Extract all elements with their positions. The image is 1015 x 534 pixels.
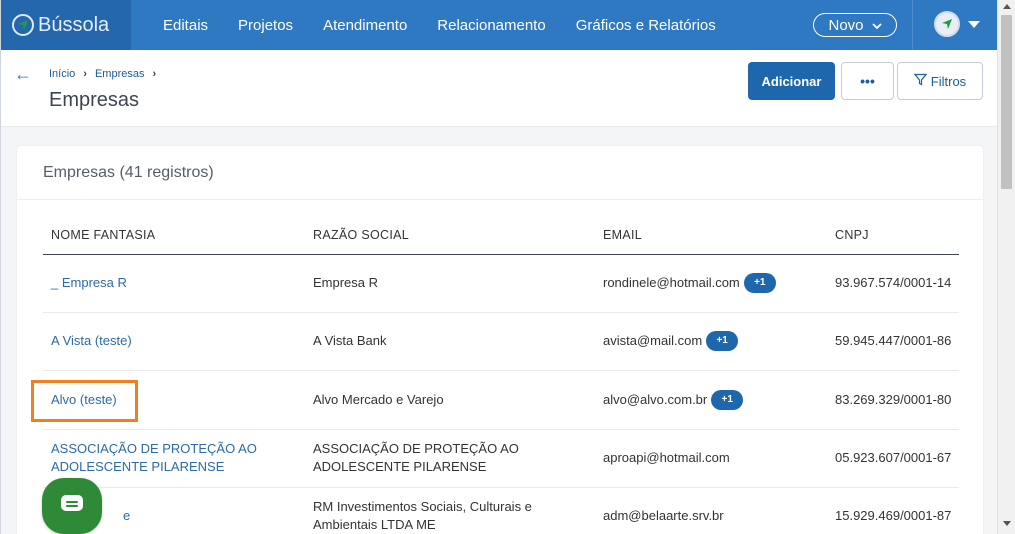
razao-social-cell: ASSOCIAÇÃO DE PROTEÇÃO AO ADOLESCENTE PI… <box>305 429 595 488</box>
email-cell: alvo@alvo.com.br <box>603 391 708 407</box>
column-header-cnpj[interactable]: CNPJ <box>827 216 959 255</box>
table-row[interactable]: A Vista (teste) A Vista Bank avista@mail… <box>43 312 959 371</box>
companies-card: Empresas (41 registros) NOME FANTASIA RA… <box>17 146 983 534</box>
razao-social-cell: A Vista Bank <box>305 312 595 371</box>
company-name-link[interactable]: _ Empresa R <box>51 275 127 290</box>
cnpj-cell: 05.923.607/0001-67 <box>827 429 959 488</box>
caret-down-icon <box>968 20 980 28</box>
email-cell: adm@belaarte.srv.br <box>603 508 724 523</box>
cnpj-cell: 83.269.329/0001-80 <box>827 370 959 430</box>
table-row[interactable]: ASSOCIAÇÃO DE PROTEÇÃO AO ADOLESCENTE PI… <box>43 429 959 488</box>
table-row[interactable]: Alvo (teste) Alvo Mercado e Varejo alvo@… <box>43 370 959 430</box>
chevron-down-icon <box>871 17 882 34</box>
novo-button[interactable]: Novo <box>813 13 897 37</box>
cnpj-cell: 93.967.574/0001-14 <box>827 254 959 313</box>
chevron-right-icon: › <box>152 68 157 80</box>
extra-emails-badge[interactable]: +1 <box>711 389 744 410</box>
vertical-scrollbar[interactable] <box>997 0 1015 534</box>
nav-item-graficos-relatorios[interactable]: Gráficos e Relatórios <box>576 17 716 34</box>
back-arrow-icon[interactable]: ← <box>14 64 32 85</box>
nav-item-relacionamento[interactable]: Relacionamento <box>437 17 545 34</box>
email-cell: avista@mail.com <box>603 333 703 348</box>
razao-social-cell: Empresa R <box>305 254 595 313</box>
top-navbar: Bússola Editais Projetos Atendimento Rel… <box>1 0 997 50</box>
scroll-up-arrow-icon[interactable] <box>1003 4 1011 9</box>
nav-item-editais[interactable]: Editais <box>163 17 208 34</box>
user-menu[interactable] <box>934 11 980 37</box>
app-window: Bússola Editais Projetos Atendimento Rel… <box>0 0 997 534</box>
company-name-link[interactable]: Alvo (teste) <box>51 392 117 407</box>
filters-button[interactable]: Filtros <box>897 62 983 100</box>
chat-icon <box>59 493 85 520</box>
scroll-thumb[interactable] <box>1001 15 1012 189</box>
column-header-email[interactable]: EMAIL <box>595 216 827 255</box>
more-dots-icon: ••• <box>860 73 875 89</box>
filter-icon <box>913 73 928 89</box>
table-header-row: NOME FANTASIA RAZÃO SOCIAL EMAIL CNPJ <box>43 216 959 255</box>
company-name-link[interactable]: e <box>123 508 130 523</box>
cnpj-cell: 15.929.469/0001-87 <box>827 487 959 534</box>
page-title: Empresas <box>49 89 140 111</box>
breadcrumb-empresas[interactable]: Empresas <box>95 68 145 80</box>
filters-label: Filtros <box>930 73 967 89</box>
breadcrumb-home[interactable]: Início <box>49 68 75 80</box>
novo-label: Novo <box>828 16 864 34</box>
brand-name: Bússola <box>38 13 110 36</box>
card-divider <box>17 199 983 200</box>
avatar <box>934 11 960 37</box>
razao-social-cell: RM Investimentos Sociais, Culturais e Am… <box>305 487 595 534</box>
add-button[interactable]: Adicionar <box>748 62 835 100</box>
company-name-link[interactable]: A Vista (teste) <box>51 333 132 348</box>
compass-icon <box>12 14 34 36</box>
chevron-right-icon: › <box>83 68 87 80</box>
cnpj-cell: 59.945.447/0001-86 <box>827 312 959 371</box>
nav-item-atendimento[interactable]: Atendimento <box>323 17 407 34</box>
column-header-razao-social[interactable]: RAZÃO SOCIAL <box>305 216 595 255</box>
more-options-button[interactable]: ••• <box>841 62 894 100</box>
companies-table: NOME FANTASIA RAZÃO SOCIAL EMAIL CNPJ _ … <box>43 216 959 534</box>
breadcrumb: Início › Empresas › <box>49 68 164 80</box>
scroll-down-arrow-icon[interactable] <box>1003 521 1011 526</box>
razao-social-cell: Alvo Mercado e Varejo <box>305 370 595 430</box>
extra-emails-badge[interactable]: +1 <box>706 331 739 351</box>
nav-divider <box>912 0 913 50</box>
nav-item-projetos[interactable]: Projetos <box>238 17 293 34</box>
card-title: Empresas (41 registros) <box>43 164 214 181</box>
brand[interactable]: Bússola <box>1 0 131 50</box>
main-nav: Editais Projetos Atendimento Relacioname… <box>163 17 746 34</box>
table-row[interactable]: _ Empresa R Empresa R rondinele@hotmail.… <box>43 254 959 313</box>
email-cell: aproapi@hotmail.com <box>603 450 730 465</box>
chat-button[interactable] <box>42 478 102 534</box>
extra-emails-badge[interactable]: +1 <box>743 273 776 293</box>
column-header-nome-fantasia[interactable]: NOME FANTASIA <box>43 216 305 255</box>
table-row[interactable]: e RM Investimentos Sociais, Culturais e … <box>43 487 959 534</box>
company-name-link[interactable]: ASSOCIAÇÃO DE PROTEÇÃO AO ADOLESCENTE PI… <box>51 441 257 474</box>
page-header: ← Início › Empresas › Empresas Adicionar… <box>1 50 997 127</box>
email-cell: rondinele@hotmail.com <box>603 275 740 290</box>
